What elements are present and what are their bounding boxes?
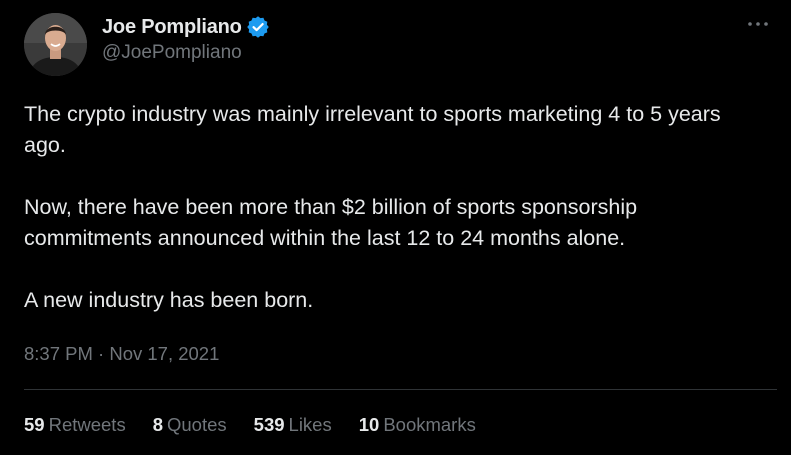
tweet-timestamp[interactable]: 8:37 PM · Nov 17, 2021 — [24, 343, 219, 365]
quotes-count: 8 — [152, 414, 163, 435]
likes-label: Likes — [288, 414, 332, 435]
avatar[interactable] — [24, 13, 87, 76]
likes-stat[interactable]: 539 Likes — [254, 414, 332, 436]
tweet-paragraph: Now, there have been more than $2 billio… — [24, 195, 638, 250]
bookmarks-count: 10 — [358, 414, 380, 435]
quotes-stat[interactable]: 8 Quotes — [153, 414, 227, 436]
tweet-paragraph: A new industry has been born. — [24, 288, 314, 312]
more-options-button[interactable] — [743, 14, 773, 34]
retweets-count: 59 — [24, 414, 45, 435]
user-handle[interactable]: @JoePompliano — [102, 42, 269, 64]
retweets-stat[interactable]: 59 Retweets — [24, 414, 126, 436]
tweet-text: The crypto industry was mainly irrelevan… — [24, 99, 764, 316]
divider — [24, 389, 777, 390]
bookmarks-label: Bookmarks — [383, 414, 476, 435]
bookmarks-stat[interactable]: 10 Bookmarks — [359, 414, 476, 436]
author-block: Joe Pompliano @JoePompliano — [102, 14, 269, 64]
more-options-icon — [748, 22, 768, 26]
avatar-photo — [24, 13, 87, 76]
retweets-label: Retweets — [48, 414, 126, 435]
tweet-paragraph: The crypto industry was mainly irrelevan… — [24, 102, 721, 157]
verified-badge-icon — [246, 16, 269, 38]
display-name[interactable]: Joe Pompliano — [102, 16, 242, 39]
tweet-card: Joe Pompliano @JoePompliano The crypto i… — [0, 0, 791, 455]
likes-count: 539 — [253, 414, 285, 435]
engagement-stats: 59 Retweets 8 Quotes 539 Likes 10 Bookmarks — [24, 414, 503, 436]
quotes-label: Quotes — [167, 414, 227, 435]
name-row: Joe Pompliano — [102, 14, 269, 40]
